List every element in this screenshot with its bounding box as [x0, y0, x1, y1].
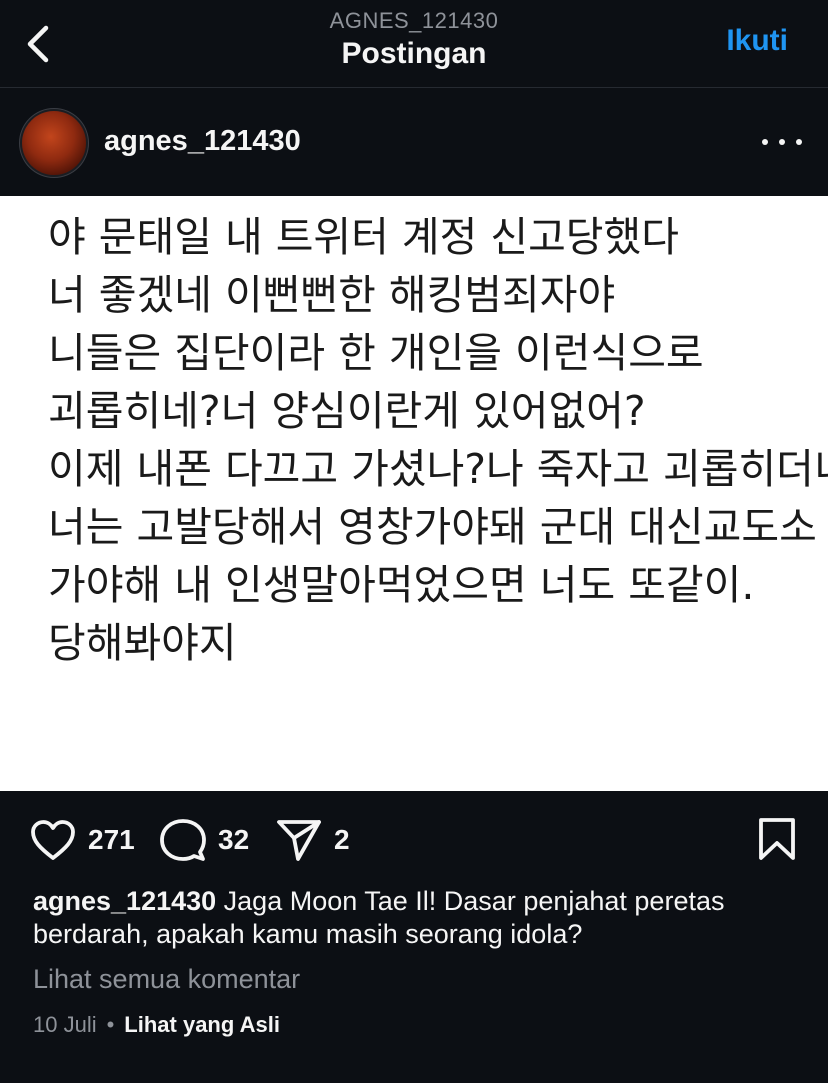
- image-text-line: 가야해 내 인생말아먹었으면 너도 또같이.: [48, 561, 755, 609]
- avatar[interactable]: [22, 111, 86, 175]
- post-image-text: 야 문태일 내 트위터 계정 신고당했다 너 좋겠네 이뻔뻔한 해킹범죄자야 니…: [48, 208, 828, 672]
- bookmark-icon: [758, 818, 796, 865]
- page-title: Postingan: [341, 37, 487, 70]
- image-text-line: 당해봐야지: [48, 619, 237, 667]
- like-button[interactable]: 271: [30, 817, 135, 863]
- more-options-button[interactable]: [762, 129, 802, 155]
- more-horizontal-icon: [762, 139, 768, 145]
- chevron-left-icon: [27, 25, 49, 63]
- image-text-line: 괴롭히네?너 양심이란게 있어없어?: [48, 387, 646, 435]
- like-count: 271: [88, 824, 135, 855]
- image-text-line: 너는 고발당해서 영창가야돼 군대 대신교도소: [48, 503, 817, 551]
- view-all-comments-link[interactable]: Lihat semua komentar: [33, 964, 300, 995]
- more-horizontal-icon: [796, 139, 802, 145]
- more-horizontal-icon: [779, 139, 785, 145]
- image-text-line: 너 좋겠네 이뻔뻔한 해킹범죄자야: [48, 271, 616, 319]
- share-count: 2: [334, 824, 350, 855]
- post-username[interactable]: agnes_121430: [104, 125, 301, 158]
- action-bar: 271 32 2: [0, 791, 828, 887]
- image-text-line: 이제 내폰 다끄고 가셨나?나 죽자고 괴롭히더니: [48, 445, 828, 493]
- top-navigation-bar: AGNES_121430 Postingan Ikuti: [0, 0, 828, 88]
- comment-bubble-icon: [160, 818, 206, 862]
- save-button[interactable]: [758, 817, 796, 866]
- header-title-group: AGNES_121430 Postingan: [214, 6, 614, 72]
- heart-icon: [30, 819, 76, 861]
- comment-button[interactable]: 32: [160, 817, 249, 863]
- post-caption: agnes_121430 Jaga Moon Tae Il! Dasar pen…: [33, 885, 803, 951]
- comment-count: 32: [218, 824, 250, 855]
- follow-button[interactable]: Ikuti: [726, 24, 788, 58]
- caption-username[interactable]: agnes_121430: [33, 886, 216, 916]
- post-image[interactable]: 야 문태일 내 트위터 계정 신고당했다 너 좋겠네 이뻔뻔한 해킹범죄자야 니…: [0, 196, 828, 791]
- post-header: agnes_121430: [0, 89, 828, 196]
- back-button[interactable]: [18, 20, 58, 68]
- header-username: AGNES_121430: [329, 8, 499, 33]
- share-button[interactable]: 2: [276, 817, 350, 863]
- see-original-link[interactable]: Lihat yang Asli: [124, 1012, 280, 1038]
- image-text-line: 니들은 집단이라 한 개인을 이런식으로: [48, 329, 704, 377]
- image-text-line: 야 문태일 내 트위터 계정 신고당했다: [48, 213, 679, 261]
- meta-separator: •: [106, 1012, 115, 1037]
- post-meta: 10 Juli • Lihat yang Asli: [33, 1012, 280, 1038]
- paper-plane-icon: [276, 818, 322, 862]
- post-date: 10 Juli: [33, 1012, 97, 1037]
